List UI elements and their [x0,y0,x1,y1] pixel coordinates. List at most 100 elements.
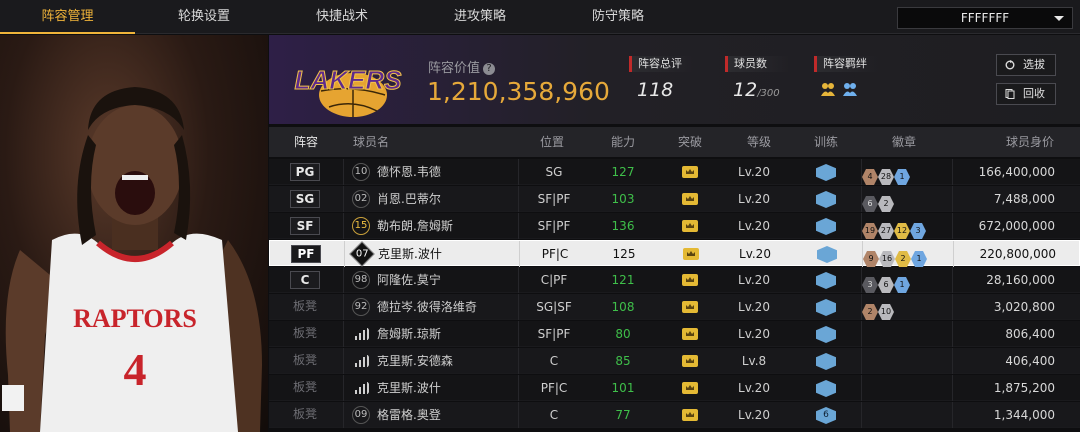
team-rating-label: 阵容总评 [629,56,693,72]
badge-bronze-icon: 4 [862,169,878,185]
column-divider [343,267,344,293]
card-icon [1005,89,1015,99]
player-name: 詹姆斯.琼斯 [377,327,441,341]
jersey-number: 07 [349,241,375,267]
signal-bars-icon [355,328,369,340]
column-divider [952,402,953,428]
badge-list[interactable]: 4 28 1 [862,164,910,185]
team-select-value: FFFFFFF [960,11,1010,25]
player-name: 克里斯.安德森 [377,354,453,368]
chevron-down-icon [1054,16,1064,21]
signal-bars-icon [355,382,369,394]
training-level [816,164,836,181]
player-position: SG [545,165,563,179]
tab-rotation-settings[interactable]: 轮换设置 [135,0,273,34]
table-row[interactable]: C 98 阿隆佐.莫宁 C|PF 121 Lv.20 3 6 1 28,160,000 [269,267,1080,293]
team-select-dropdown[interactable]: FFFFFFF [897,7,1073,29]
col-breakthrough[interactable]: 突破 [678,127,702,157]
badge-list[interactable]: 9 16 2 1 [863,246,927,267]
crown-icon[interactable] [682,193,698,205]
col-ability[interactable]: 能力 [611,127,635,157]
player-portrait-image: RAPTORS 4 [2,87,262,432]
crown-icon[interactable] [682,409,698,421]
player-ability: 127 [611,165,635,179]
col-level[interactable]: 等级 [747,127,771,157]
player-position: C [549,408,559,422]
column-divider [952,213,953,239]
column-divider [343,213,344,239]
help-icon[interactable]: ? [483,62,496,75]
training-level [817,246,837,263]
player-portrait: RAPTORS 4 [0,35,268,432]
select-button[interactable]: 选拔 [996,54,1056,76]
col-badges[interactable]: 徽章 [892,127,916,157]
player-name: 勒布朗.詹姆斯 [377,219,453,233]
badge-list[interactable]: 19 27 12 3 [862,218,926,239]
crown-icon[interactable] [683,248,699,260]
player-position: SF|PF [537,219,571,233]
player-ability: 101 [611,381,635,395]
crown-icon[interactable] [682,355,698,367]
jersey-number: 15 [352,217,370,235]
badge-list[interactable]: 2 10 [862,299,894,320]
player-worth: 3,020,800 [993,300,1055,314]
table-row[interactable]: SF 15 勒布朗.詹姆斯 SF|PF 136 Lv.20 19 27 12 3 672,000,0… [269,213,1080,239]
player-worth: 406,400 [1005,354,1055,368]
player-level: Lv.20 [738,165,770,179]
recycle-button-label: 回收 [1023,87,1045,100]
table-row[interactable]: 板凳 92 德拉岑.彼得洛维奇 SG|SF 108 Lv.20 2 10 3,020,800 [269,294,1080,320]
logo-text: LAKERS [295,65,403,95]
table-row[interactable]: PG 10 德怀恩.韦德 SG 127 Lv.20 4 28 1 166,400,000 [269,159,1080,185]
jersey-number: 98 [352,271,370,289]
player-count: 12/300 [733,79,780,101]
tab-quick-tactics[interactable]: 快捷战术 [273,0,411,34]
col-player-name[interactable]: 球员名 [353,127,389,157]
tab-defense-strategy[interactable]: 防守策略 [549,0,687,34]
refresh-icon [1005,60,1015,70]
recycle-button[interactable]: 回收 [996,83,1056,105]
player-name: 克里斯.波什 [378,247,442,261]
badge-list[interactable]: 361 [862,272,910,293]
crown-icon[interactable] [682,274,698,286]
column-divider [343,294,344,320]
player-level: Lv.20 [738,300,770,314]
lineup-slot: PF [291,245,321,263]
table-row[interactable]: 板凳 克里斯.波什 PF|C 101 Lv.20 1,875,200 [269,375,1080,401]
column-divider [343,321,344,347]
bond-blue-icon[interactable] [842,81,858,97]
training-level [816,380,836,397]
crown-icon[interactable] [682,220,698,232]
player-ability: 121 [611,273,635,287]
col-position[interactable]: 位置 [540,127,564,157]
table-row[interactable]: PF 07 克里斯.波什 PF|C 125 Lv.20 9 16 2 1 220,800,000 [269,240,1080,267]
col-lineup[interactable]: 阵容 [294,127,318,157]
column-divider [343,375,344,401]
player-level: Lv.20 [739,247,771,261]
team-rating-value: 118 [637,79,674,101]
col-worth[interactable]: 球员身价 [1006,127,1054,157]
player-position: SF|PF [537,327,571,341]
select-button-label: 选拔 [1023,58,1045,71]
table-row[interactable]: 板凳 09 格雷格.奥登 C 77 Lv.20 6 1,344,000 [269,402,1080,428]
badge-list[interactable]: 62 [862,191,894,212]
player-position: SF|PF [537,192,571,206]
badge-silver-icon: 27 [878,223,894,239]
table-row[interactable]: 板凳 克里斯.安德森 C 85 Lv.8 406,400 [269,348,1080,374]
player-name: 肖恩.巴蒂尔 [377,192,441,206]
player-worth: 28,160,000 [986,273,1055,287]
crown-icon[interactable] [682,166,698,178]
crown-icon[interactable] [682,301,698,313]
player-count-label: 球员数 [725,56,789,72]
player-ability: 103 [611,192,635,206]
player-name: 格雷格.奥登 [377,408,441,422]
table-row[interactable]: 板凳 詹姆斯.琼斯 SF|PF 80 Lv.20 806,400 [269,321,1080,347]
column-divider [952,186,953,212]
bond-gold-icon[interactable] [820,81,836,97]
crown-icon[interactable] [682,382,698,394]
crown-icon[interactable] [682,328,698,340]
col-training[interactable]: 训练 [814,127,838,157]
tab-lineup-management[interactable]: 阵容管理 [0,0,135,34]
table-row[interactable]: SG 02 肖恩.巴蒂尔 SF|PF 103 Lv.20 6 2 7,488,000 [269,186,1080,212]
tab-offense-strategy[interactable]: 进攻策略 [411,0,549,34]
team-header: LAKERS 阵容价值? 1,210,358,960 阵容总评 118 球员数 … [269,35,1080,124]
